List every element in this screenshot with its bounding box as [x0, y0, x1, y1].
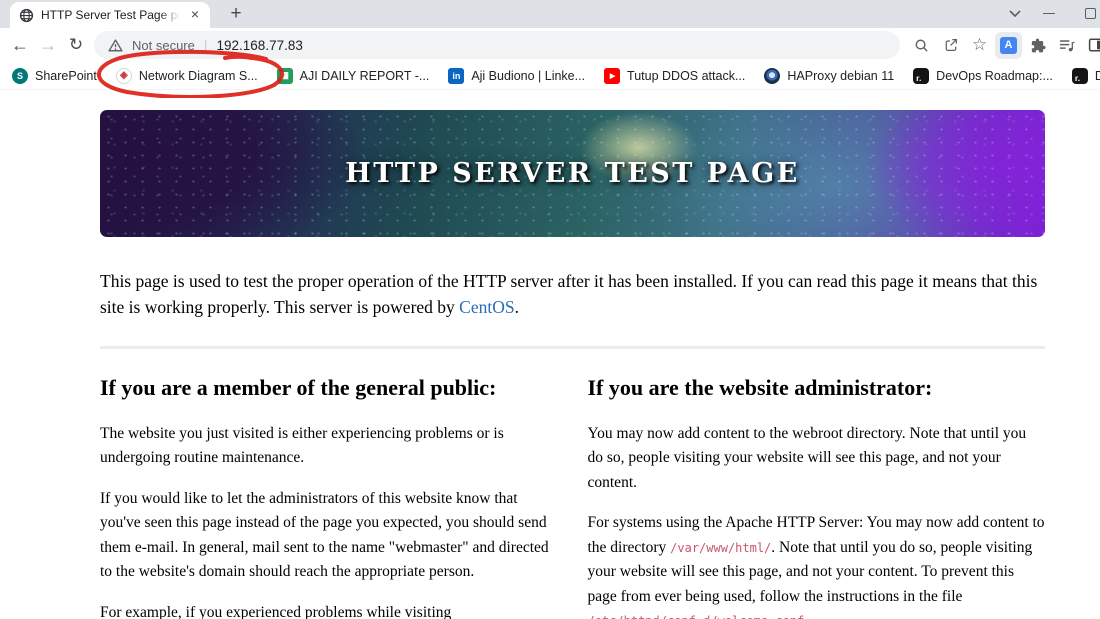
admin-paragraph-1: You may now add content to the webroot d… [587, 424, 1027, 491]
extensions-puzzle-icon[interactable] [1024, 32, 1051, 59]
linkedin-icon: in [448, 67, 465, 84]
bookmark-aji-daily-report[interactable]: ▦ AJI DAILY REPORT -... [276, 67, 430, 84]
code-var-www-html: /var/www/html/ [670, 540, 772, 555]
code-welcome-conf: /etc/httpd/conf.d/welcome.conf [588, 614, 805, 619]
bookmark-network-diagram[interactable]: ◈ Network Diagram S... [115, 67, 258, 84]
translate-extension-icon[interactable]: A [995, 31, 1022, 59]
banner-title: HTTP SERVER TEST PAGE [345, 158, 800, 189]
diagram-icon: ◈ [115, 67, 132, 84]
active-tab[interactable]: HTTP Server Test Page powered × [10, 2, 210, 28]
tab-search-chevron-icon[interactable] [998, 0, 1032, 26]
address-bar[interactable]: Not secure | 192.168.77.83 [94, 31, 900, 59]
tab-close-icon[interactable]: × [187, 7, 203, 23]
admin-paragraph-2: For systems using the Apache HTTP Server… [588, 511, 1046, 619]
public-heading: If you are a member of the general publi… [100, 374, 497, 400]
maximize-button[interactable] [1066, 0, 1100, 26]
omnibox-divider: | [203, 37, 208, 53]
not-secure-warning-icon [108, 38, 123, 53]
public-paragraph-1: The website you just visited is either e… [100, 424, 504, 467]
youtube-icon: ▶ [604, 67, 621, 84]
bookmark-label: HAProxy debian 11 [787, 68, 895, 83]
haproxy-icon [764, 67, 781, 84]
bookmark-sharepoint[interactable]: S SharePoint [12, 67, 97, 84]
toolbar-right: ☆ A [908, 31, 1100, 59]
roadmap-icon: r. [1071, 67, 1088, 84]
divider-rule [100, 346, 1045, 349]
roadmap-icon: r. [913, 67, 930, 84]
bookmark-youtube[interactable]: ▶ Tutup DDOS attack... [604, 67, 746, 84]
bookmark-label: SharePoint [35, 68, 97, 83]
search-icon[interactable] [908, 32, 935, 59]
bookmark-star-icon[interactable]: ☆ [966, 32, 993, 59]
intro-paragraph: This page is used to test the proper ope… [100, 269, 1042, 320]
bookmark-label: AJI DAILY REPORT -... [299, 68, 430, 83]
reload-button[interactable]: ↻ [62, 31, 90, 59]
bookmark-label: Tutup DDOS attack... [627, 68, 746, 83]
page-content: HTTP SERVER TEST PAGE This page is used … [0, 90, 1100, 619]
intro-text: This page is used to test the proper ope… [100, 271, 1038, 317]
toolbar: ← → ↻ Not secure | 192.168.77.83 ☆ A [0, 28, 1100, 98]
side-panel-icon[interactable] [1082, 32, 1100, 59]
intro-text-end: . [514, 296, 519, 317]
centos-link[interactable]: CentOS [459, 297, 514, 317]
bookmark-linkedin[interactable]: in Aji Budiono | Linke... [448, 67, 586, 84]
minimize-button[interactable] [1032, 0, 1066, 26]
administrator-column: If you are the website administrator: Yo… [588, 375, 1046, 619]
forward-button[interactable]: → [34, 31, 62, 59]
public-paragraph-3: For example, if you experienced problems… [100, 603, 452, 619]
general-public-column: If you are a member of the general publi… [100, 375, 558, 619]
bookmark-label: Aji Budiono | Linke... [471, 68, 586, 83]
back-button[interactable]: ← [6, 31, 34, 59]
globe-favicon-icon [19, 8, 34, 23]
public-paragraph-2: If you would like to let the administrat… [100, 489, 549, 581]
bookmark-devops-roadmap[interactable]: r. DevOps Roadmap:... [913, 67, 1053, 84]
google-sheets-icon: ▦ [276, 67, 293, 84]
banner-image: HTTP SERVER TEST PAGE [100, 110, 1045, 237]
two-column-section: If you are a member of the general publi… [100, 375, 1045, 619]
bookmark-label: DevOps Roadmap:... [936, 68, 1053, 83]
playlist-icon[interactable] [1053, 32, 1080, 59]
window-controls [998, 0, 1100, 26]
bookmark-haproxy[interactable]: HAProxy debian 11 [764, 67, 895, 84]
tab-title: HTTP Server Test Page powered [41, 8, 180, 22]
security-label: Not secure [132, 37, 195, 53]
admin-heading: If you are the website administrator: [587, 374, 933, 400]
bookmark-label: Docker Roadmap -... [1094, 68, 1100, 83]
bookmarks-bar: S SharePoint ◈ Network Diagram S... ▦ AJ… [0, 62, 1100, 90]
new-tab-button[interactable]: + [224, 3, 248, 25]
admin-p2-text: . [804, 612, 808, 619]
share-icon[interactable] [937, 32, 964, 59]
sharepoint-icon: S [12, 67, 28, 84]
bookmark-docker-roadmap[interactable]: r. Docker Roadmap -... [1071, 67, 1100, 84]
url-text: 192.168.77.83 [216, 37, 303, 53]
tab-strip: HTTP Server Test Page powered × + [0, 0, 1100, 28]
bookmark-label: Network Diagram S... [138, 68, 258, 83]
